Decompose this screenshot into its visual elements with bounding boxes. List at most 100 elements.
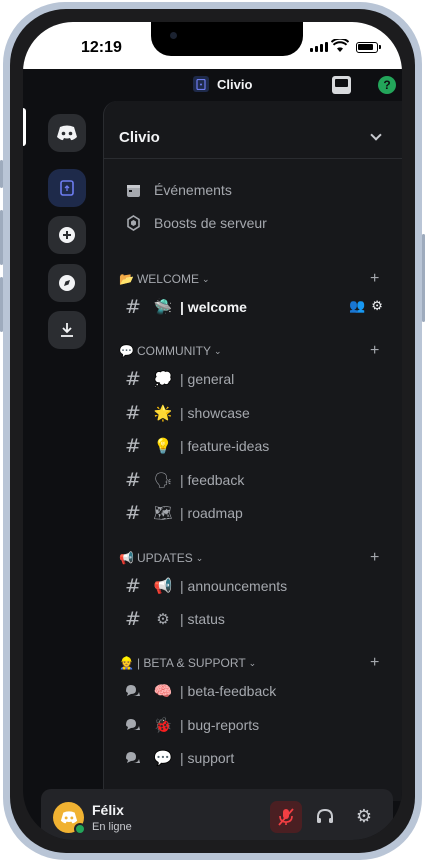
explore-button[interactable] xyxy=(48,264,86,302)
phone-frame: 12:19 Clivio ? Clivio Événements Boosts … xyxy=(0,2,425,860)
server-boosts-item[interactable]: Boosts de serveur xyxy=(104,208,402,238)
camera-icon xyxy=(170,32,177,39)
channel-emoji: ⚙ xyxy=(156,611,170,628)
channel-roadmap[interactable]: # 🗺 | roadmap xyxy=(104,498,402,528)
mute-microphone-button[interactable] xyxy=(270,801,302,833)
server-clivio-button[interactable] xyxy=(48,169,86,207)
microphone-muted-icon xyxy=(278,808,294,826)
discord-logo-icon xyxy=(57,125,77,141)
gear-icon: ⚙ xyxy=(355,805,373,827)
channel-name: | support xyxy=(180,750,235,766)
channel-emoji: 💬 xyxy=(153,750,173,767)
forum-icon xyxy=(118,684,148,698)
status-bar: 12:19 xyxy=(23,22,402,69)
signal-icon xyxy=(310,42,328,52)
channel-name: | roadmap xyxy=(180,505,243,521)
category-label: WELCOME xyxy=(136,272,199,286)
dynamic-island xyxy=(151,22,303,56)
add-channel-button[interactable]: + xyxy=(370,550,379,566)
username: Félix xyxy=(92,802,124,818)
channel-name: | welcome xyxy=(180,299,247,315)
document-icon xyxy=(60,180,74,196)
help-icon[interactable]: ? xyxy=(378,76,396,94)
channel-showcase[interactable]: # 🌟 | showcase xyxy=(104,398,402,428)
channel-bug-reports[interactable]: 🐞 | bug-reports xyxy=(104,710,402,740)
category-community[interactable]: 💬 COMMUNITY ⌄ xyxy=(119,343,222,359)
category-label: UPDATES xyxy=(136,551,193,565)
channel-name: | feature-ideas xyxy=(180,438,270,454)
forum-icon xyxy=(118,751,148,765)
channel-beta-feedback[interactable]: 🧠 | beta-feedback xyxy=(104,676,402,706)
channel-name: | bug-reports xyxy=(180,717,260,733)
add-server-button[interactable] xyxy=(48,216,86,254)
category-emoji: 📢 xyxy=(119,551,134,565)
boosts-label: Boosts de serveur xyxy=(154,215,267,231)
chevron-down-icon: ⌄ xyxy=(201,273,210,284)
channel-name: | status xyxy=(180,611,225,627)
settings-button[interactable]: ⚙ xyxy=(353,805,375,827)
channel-name: | announcements xyxy=(180,578,288,594)
hash-icon: # xyxy=(125,435,141,457)
channel-name: | showcase xyxy=(180,405,250,421)
channel-emoji: 💡 xyxy=(153,438,173,455)
forum-icon xyxy=(118,718,148,732)
server-name: Clivio xyxy=(119,129,160,146)
gear-icon[interactable]: ⚙ xyxy=(371,298,383,314)
channel-emoji: 🛸 xyxy=(153,299,173,316)
discord-logo-icon xyxy=(60,811,77,824)
add-member-icon[interactable]: 👥 xyxy=(349,298,365,314)
server-icon xyxy=(193,76,209,92)
hash-icon: # xyxy=(125,368,141,390)
direct-messages-button[interactable] xyxy=(48,114,86,152)
add-channel-button[interactable]: + xyxy=(370,271,379,287)
channel-support[interactable]: 💬 | support xyxy=(104,743,402,773)
top-bar: Clivio ? xyxy=(23,69,402,101)
download-button[interactable] xyxy=(48,311,86,349)
chevron-down-icon: ⌄ xyxy=(195,552,204,563)
category-welcome[interactable]: 📂 WELCOME ⌄ xyxy=(119,271,210,287)
battery-icon xyxy=(356,42,378,53)
chevron-down-icon: ⌄ xyxy=(213,345,222,356)
category-updates[interactable]: 📢 UPDATES ⌄ xyxy=(119,550,203,566)
channel-feature-ideas[interactable]: # 💡 | feature-ideas xyxy=(104,431,402,461)
download-icon xyxy=(61,323,73,337)
channel-general[interactable]: # 💭 | general xyxy=(104,364,402,394)
events-item[interactable]: Événements xyxy=(104,175,402,205)
plus-circle-icon xyxy=(59,227,75,243)
channel-welcome[interactable]: # 🛸 | welcome 👥 ⚙ xyxy=(104,292,402,322)
status-time: 12:19 xyxy=(81,39,122,56)
channel-name: | general xyxy=(180,371,235,387)
top-bar-title-label: Clivio xyxy=(217,76,253,92)
chevron-down-icon[interactable] xyxy=(370,129,382,141)
user-panel: Félix En ligne ⚙ xyxy=(41,789,393,840)
channel-feedback[interactable]: # 🗣 | feedback xyxy=(104,465,402,495)
channel-emoji: 🗺 xyxy=(153,505,173,522)
user-status: En ligne xyxy=(92,821,132,833)
hash-icon: # xyxy=(125,575,141,597)
headphones-button[interactable] xyxy=(314,805,336,827)
boost-icon xyxy=(118,215,148,231)
inbox-icon[interactable] xyxy=(332,76,351,94)
channel-status[interactable]: # ⚙ | status xyxy=(104,604,402,634)
channel-announcements[interactable]: # 📢 | announcements xyxy=(104,571,402,601)
events-label: Événements xyxy=(154,182,232,198)
mute-switch xyxy=(0,160,3,188)
channel-emoji: 🌟 xyxy=(153,405,173,422)
category-emoji: 📂 xyxy=(119,272,134,286)
channel-emoji: 🐞 xyxy=(153,717,173,734)
server-header[interactable]: Clivio xyxy=(104,101,402,159)
screen: 12:19 Clivio ? Clivio Événements Boosts … xyxy=(23,22,402,840)
channel-emoji: 🗣 xyxy=(153,472,173,489)
channel-name: | beta-feedback xyxy=(180,683,277,699)
top-bar-title[interactable]: Clivio xyxy=(193,76,252,92)
hash-icon: # xyxy=(125,608,141,630)
channel-emoji: 💭 xyxy=(153,371,173,388)
add-channel-button[interactable]: + xyxy=(370,343,379,359)
add-channel-button[interactable]: + xyxy=(370,655,379,671)
chevron-down-icon: ⌄ xyxy=(248,657,257,668)
category-beta-support[interactable]: 👷 | BETA & SUPPORT ⌄ xyxy=(119,655,256,671)
volume-down-button xyxy=(0,277,3,332)
hash-icon: # xyxy=(125,469,141,491)
category-emoji: 💬 xyxy=(119,344,134,358)
category-label: | BETA & SUPPORT xyxy=(136,656,246,670)
